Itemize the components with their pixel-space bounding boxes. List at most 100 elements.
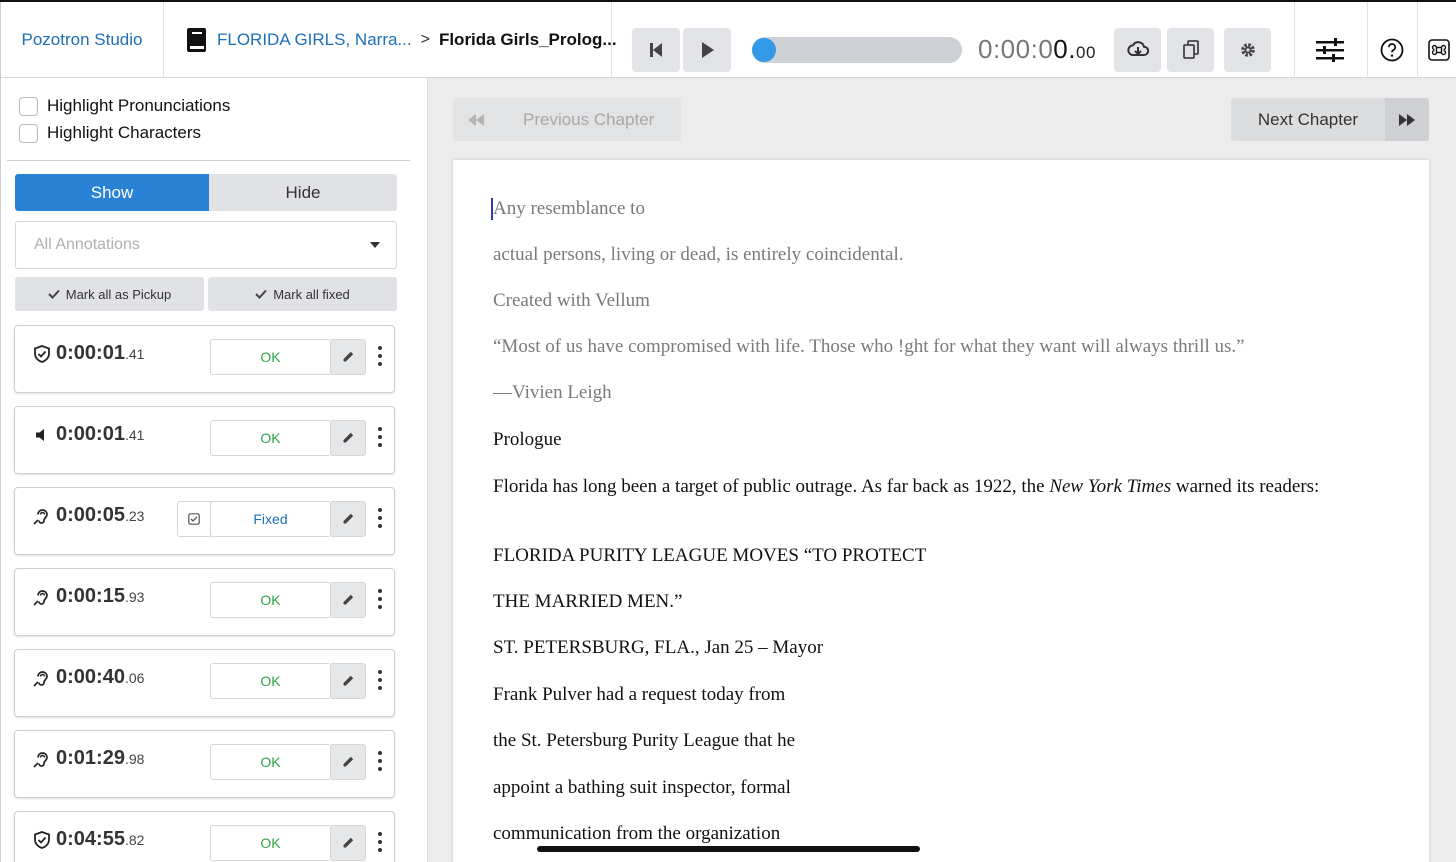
fixed-checkbox-icon[interactable] xyxy=(177,501,211,537)
annotation-status-button[interactable]: OK xyxy=(210,744,331,780)
caret-down-icon xyxy=(370,242,380,248)
ear-icon xyxy=(33,588,51,606)
annotation-time: 0:00:05 xyxy=(56,504,125,526)
help-button[interactable] xyxy=(1374,30,1410,70)
annotation-card[interactable]: 0:01:29.98 OK xyxy=(14,730,395,798)
annotation-card[interactable]: 0:00:01.41 OK xyxy=(14,406,395,474)
command-key-icon xyxy=(1428,39,1450,61)
annotation-status-button[interactable]: OK xyxy=(210,582,331,618)
checkmark-icon xyxy=(255,289,267,299)
annotation-timestamp[interactable]: 0:04:55.82 xyxy=(56,828,144,851)
mark-all-pickup-button[interactable]: Mark all as Pickup xyxy=(15,277,204,311)
annotation-timestamp[interactable]: 0:00:40.06 xyxy=(56,666,144,689)
previous-chapter-label: Previous Chapter xyxy=(523,109,655,129)
manuscript-pane: Previous Chapter Next Chapter Any resemb… xyxy=(428,78,1456,862)
annotation-time-fraction: .82 xyxy=(124,832,145,848)
text-paragraph: actual persons, living or dead, is entir… xyxy=(493,244,904,265)
mark-all-fixed-button[interactable]: Mark all fixed xyxy=(208,277,397,311)
annotation-card[interactable]: 0:00:40.06 OK xyxy=(14,649,395,717)
annotation-time: 0:04:55 xyxy=(56,828,125,850)
highlight-pronunciations-toggle[interactable]: Highlight Pronunciations xyxy=(19,96,230,116)
checkbox[interactable] xyxy=(19,123,38,143)
settings-button[interactable] xyxy=(1224,28,1271,72)
manuscript-page[interactable]: Any resemblance to actual persons, livin… xyxy=(453,160,1429,862)
more-options-icon[interactable] xyxy=(375,587,385,611)
home-indicator xyxy=(537,846,920,852)
pencil-icon[interactable] xyxy=(331,582,366,618)
timecode-frac: 00 xyxy=(1075,43,1096,62)
annotation-status-button[interactable]: OK xyxy=(210,663,331,699)
annotation-timestamp[interactable]: 0:01:29.98 xyxy=(56,747,144,770)
more-options-icon[interactable] xyxy=(375,749,385,773)
mark-all-pickup-label: Mark all as Pickup xyxy=(65,286,172,302)
double-chevron-left-icon xyxy=(453,98,499,141)
show-annotations-button[interactable]: Show xyxy=(15,174,209,211)
shortcuts-button[interactable] xyxy=(1422,30,1456,70)
highlight-characters-toggle[interactable]: Highlight Characters xyxy=(19,123,201,143)
skip-back-button[interactable] xyxy=(632,28,680,72)
previous-chapter-button[interactable]: Previous Chapter xyxy=(453,98,681,141)
breadcrumb-book-link[interactable]: FLORIDA GIRLS, Narra... xyxy=(217,30,412,50)
more-options-icon[interactable] xyxy=(375,425,385,449)
annotation-status-button[interactable]: OK xyxy=(210,420,331,456)
pencil-icon[interactable] xyxy=(331,339,366,375)
annotation-status-button[interactable]: OK xyxy=(210,825,331,861)
checkbox[interactable] xyxy=(19,96,38,116)
more-options-icon[interactable] xyxy=(375,506,385,530)
top-toolbar: Pozotron Studio FLORIDA GIRLS, Narra... … xyxy=(0,0,1456,78)
toolbar-divider xyxy=(1294,2,1295,78)
speaker-icon xyxy=(33,426,51,444)
annotation-timestamp[interactable]: 0:00:05.23 xyxy=(56,504,144,527)
mixer-button[interactable] xyxy=(1310,30,1350,70)
pencil-icon[interactable] xyxy=(331,744,366,780)
annotation-time-fraction: .23 xyxy=(124,508,145,524)
progress-knob[interactable] xyxy=(752,38,776,62)
annotation-card[interactable]: 0:00:15.93 OK xyxy=(14,568,395,636)
annotation-card[interactable]: 0:00:01.41 OK xyxy=(14,325,395,393)
annotation-time-fraction: .06 xyxy=(124,670,145,686)
play-button[interactable] xyxy=(683,28,731,72)
annotation-timestamp[interactable]: 0:00:01.41 xyxy=(56,342,144,365)
next-chapter-button[interactable]: Next Chapter xyxy=(1231,98,1429,141)
annotation-status-button[interactable]: OK xyxy=(210,339,331,375)
annotation-time-fraction: .41 xyxy=(124,346,145,362)
annotation-filter-select[interactable]: All Annotations xyxy=(15,221,397,269)
annotation-timestamp[interactable]: 0:00:15.93 xyxy=(56,585,144,608)
annotation-time-fraction: .93 xyxy=(124,589,145,605)
timecode-main: 0. xyxy=(1053,34,1076,64)
text-run-italic: New York Times xyxy=(1049,476,1172,497)
more-options-icon[interactable] xyxy=(375,668,385,692)
text-run: Florida has long been a target of public… xyxy=(493,476,1050,497)
shield-check-icon xyxy=(33,345,51,363)
pencil-icon[interactable] xyxy=(331,825,366,861)
playback-progress-bar[interactable] xyxy=(752,37,962,63)
text-paragraph: communication from the organization xyxy=(493,823,781,844)
text-paragraph: Created with Vellum xyxy=(493,290,650,311)
mark-all-fixed-label: Mark all fixed xyxy=(273,286,350,302)
annotation-time: 0:01:29 xyxy=(56,747,125,769)
text-paragraph: appoint a bathing suit inspector, formal xyxy=(493,777,791,798)
annotation-status-button[interactable]: Fixed xyxy=(210,501,331,537)
sliders-icon xyxy=(1316,38,1344,62)
more-options-icon[interactable] xyxy=(375,344,385,368)
annotation-time: 0:00:01 xyxy=(56,342,125,364)
book-icon xyxy=(186,27,208,53)
annotation-filter-placeholder: All Annotations xyxy=(34,236,140,253)
copy-button[interactable] xyxy=(1167,28,1214,72)
annotation-card[interactable]: 0:04:55.82 OK xyxy=(14,811,395,862)
help-icon xyxy=(1380,38,1404,62)
pencil-icon[interactable] xyxy=(331,420,366,456)
breadcrumb: FLORIDA GIRLS, Narra... > Florida Girls_… xyxy=(164,2,617,78)
pencil-icon[interactable] xyxy=(331,663,366,699)
copy-icon xyxy=(1182,40,1199,59)
text-paragraph: Frank Pulver had a request today from xyxy=(493,684,786,705)
hide-annotations-button[interactable]: Hide xyxy=(209,174,397,211)
pencil-icon[interactable] xyxy=(331,501,366,537)
toolbar-divider xyxy=(1367,2,1368,78)
download-button[interactable] xyxy=(1114,28,1161,72)
brand-link[interactable]: Pozotron Studio xyxy=(0,2,164,78)
annotations-sidebar: Highlight Pronunciations Highlight Chara… xyxy=(0,78,428,862)
more-options-icon[interactable] xyxy=(375,830,385,854)
annotation-timestamp[interactable]: 0:00:01.41 xyxy=(56,423,144,446)
annotation-card[interactable]: 0:00:05.23 Fixed xyxy=(14,487,395,555)
